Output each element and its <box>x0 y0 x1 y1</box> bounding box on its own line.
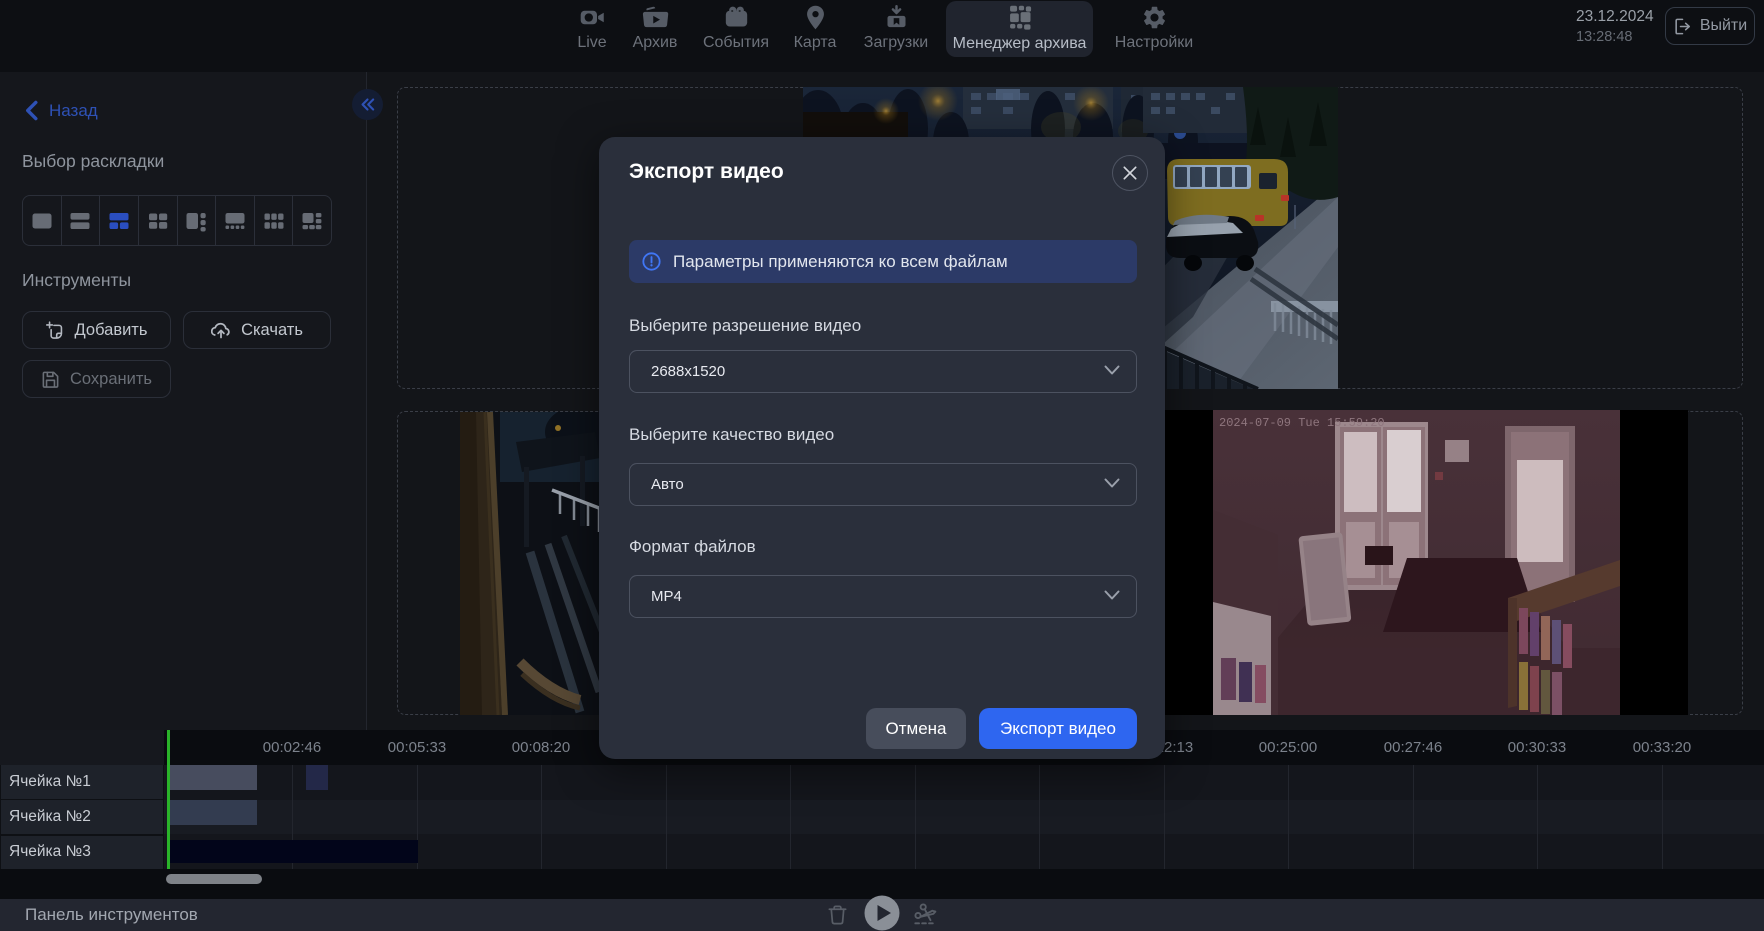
svg-text:2024-07-09 Tue 15:59:20: 2024-07-09 Tue 15:59:20 <box>1219 416 1385 430</box>
